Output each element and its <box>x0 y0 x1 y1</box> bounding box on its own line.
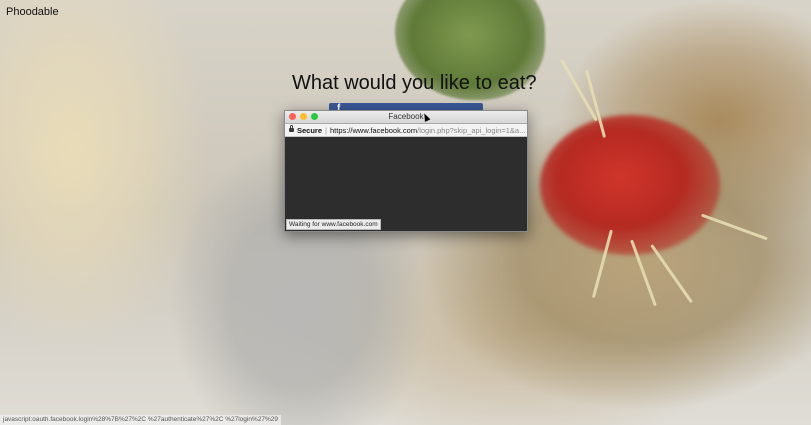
herb-sprig <box>650 244 693 304</box>
app-title: Phoodable <box>6 6 59 18</box>
popup-content-area <box>285 137 527 231</box>
popup-window-title: Facebook <box>388 112 424 121</box>
tomato-sauce-image <box>540 115 720 255</box>
popup-loading-status: Waiting for www.facebook.com <box>286 219 381 230</box>
browser-status-bar: javascript:oauth.facebook.login%28%7B%27… <box>0 415 281 425</box>
url-host: https://www.facebook.com <box>329 125 418 135</box>
page-headline: What would you like to eat? <box>292 72 537 94</box>
popup-address-bar[interactable]: Secure | https://www.facebook.com /login… <box>285 124 527 137</box>
herb-sprig <box>700 213 768 241</box>
address-separator: | <box>325 125 327 135</box>
facebook-login-popup[interactable]: Facebook Secure | https://www.facebook.c… <box>284 110 528 232</box>
popup-titlebar[interactable]: Facebook <box>285 111 527 124</box>
secure-label: Secure <box>297 125 323 135</box>
lock-icon <box>289 125 294 132</box>
url-path: /login.php?skip_api_login=1&a... <box>417 125 526 135</box>
